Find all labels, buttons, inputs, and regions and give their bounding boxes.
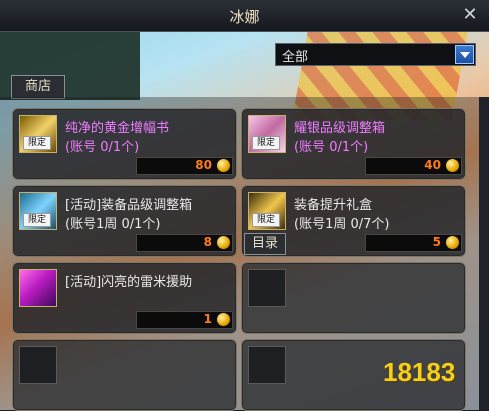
tab-catalog[interactable]: 目录 — [244, 233, 286, 255]
empty-slot — [248, 346, 286, 384]
price-bar: 40 — [365, 157, 462, 175]
sparkle-icon — [19, 269, 57, 307]
price-bar: 8 — [136, 234, 233, 252]
empty-item-card[interactable] — [241, 262, 466, 334]
price-bar: 80 — [136, 157, 233, 175]
coin-icon — [217, 313, 230, 326]
item-limit: (账号1周 0/1个) — [65, 217, 161, 232]
limited-tag: 限定 — [23, 136, 51, 150]
shop-item-card[interactable]: 限定 纯净的黄金增幅书 (账号 0/1个) 80 — [12, 108, 237, 180]
item-name: 纯净的黄金增幅书 — [65, 121, 170, 136]
item-limit: (账号 0/1个) — [294, 140, 369, 155]
limited-tag: 限定 — [23, 213, 51, 227]
empty-slot — [248, 269, 286, 307]
shop-item-card[interactable]: 限定 [活动]装备品级调整箱 (账号1周 0/1个) 8 — [12, 185, 237, 257]
item-price: 5 — [432, 235, 441, 249]
tab-shop[interactable]: 商店 — [11, 75, 65, 99]
coin-icon — [217, 159, 230, 172]
empty-item-card[interactable] — [12, 339, 237, 411]
shop-item-card[interactable]: 限定 耀银品级调整箱 (账号 0/1个) 40 — [241, 108, 466, 180]
item-price: 1 — [203, 312, 212, 326]
shop-item-card[interactable]: [活动]闪亮的雷米援助 1 — [12, 262, 237, 334]
item-limit: (账号1周 0/7个) — [294, 217, 390, 232]
item-price: 40 — [424, 158, 441, 172]
scrollbar[interactable] — [479, 97, 489, 410]
item-name: 耀银品级调整箱 — [294, 121, 386, 136]
item-price: 8 — [203, 235, 212, 249]
coin-icon — [217, 236, 230, 249]
item-limit: (账号 0/1个) — [65, 140, 140, 155]
category-dropdown[interactable]: 全部 — [275, 43, 476, 66]
limited-tag: 限定 — [252, 136, 280, 150]
close-icon[interactable]: ✕ — [459, 4, 481, 26]
price-bar: 5 — [365, 234, 462, 252]
price-bar: 1 — [136, 311, 233, 329]
window-titlebar: 冰娜 ✕ — [0, 0, 489, 32]
coin-icon — [446, 236, 459, 249]
chevron-down-icon[interactable] — [455, 45, 474, 64]
item-name: 装备提升礼盒 — [294, 198, 373, 213]
empty-slot — [19, 346, 57, 384]
watermark-logo: 18183 — [383, 357, 456, 387]
coin-icon — [446, 159, 459, 172]
limited-tag: 限定 — [252, 213, 280, 227]
dropdown-selected-value: 全部 — [282, 50, 309, 65]
item-name: [活动]装备品级调整箱 — [65, 198, 193, 213]
window-title: 冰娜 — [229, 8, 260, 26]
item-price: 80 — [195, 158, 212, 172]
item-name: [活动]闪亮的雷米援助 — [65, 275, 193, 290]
